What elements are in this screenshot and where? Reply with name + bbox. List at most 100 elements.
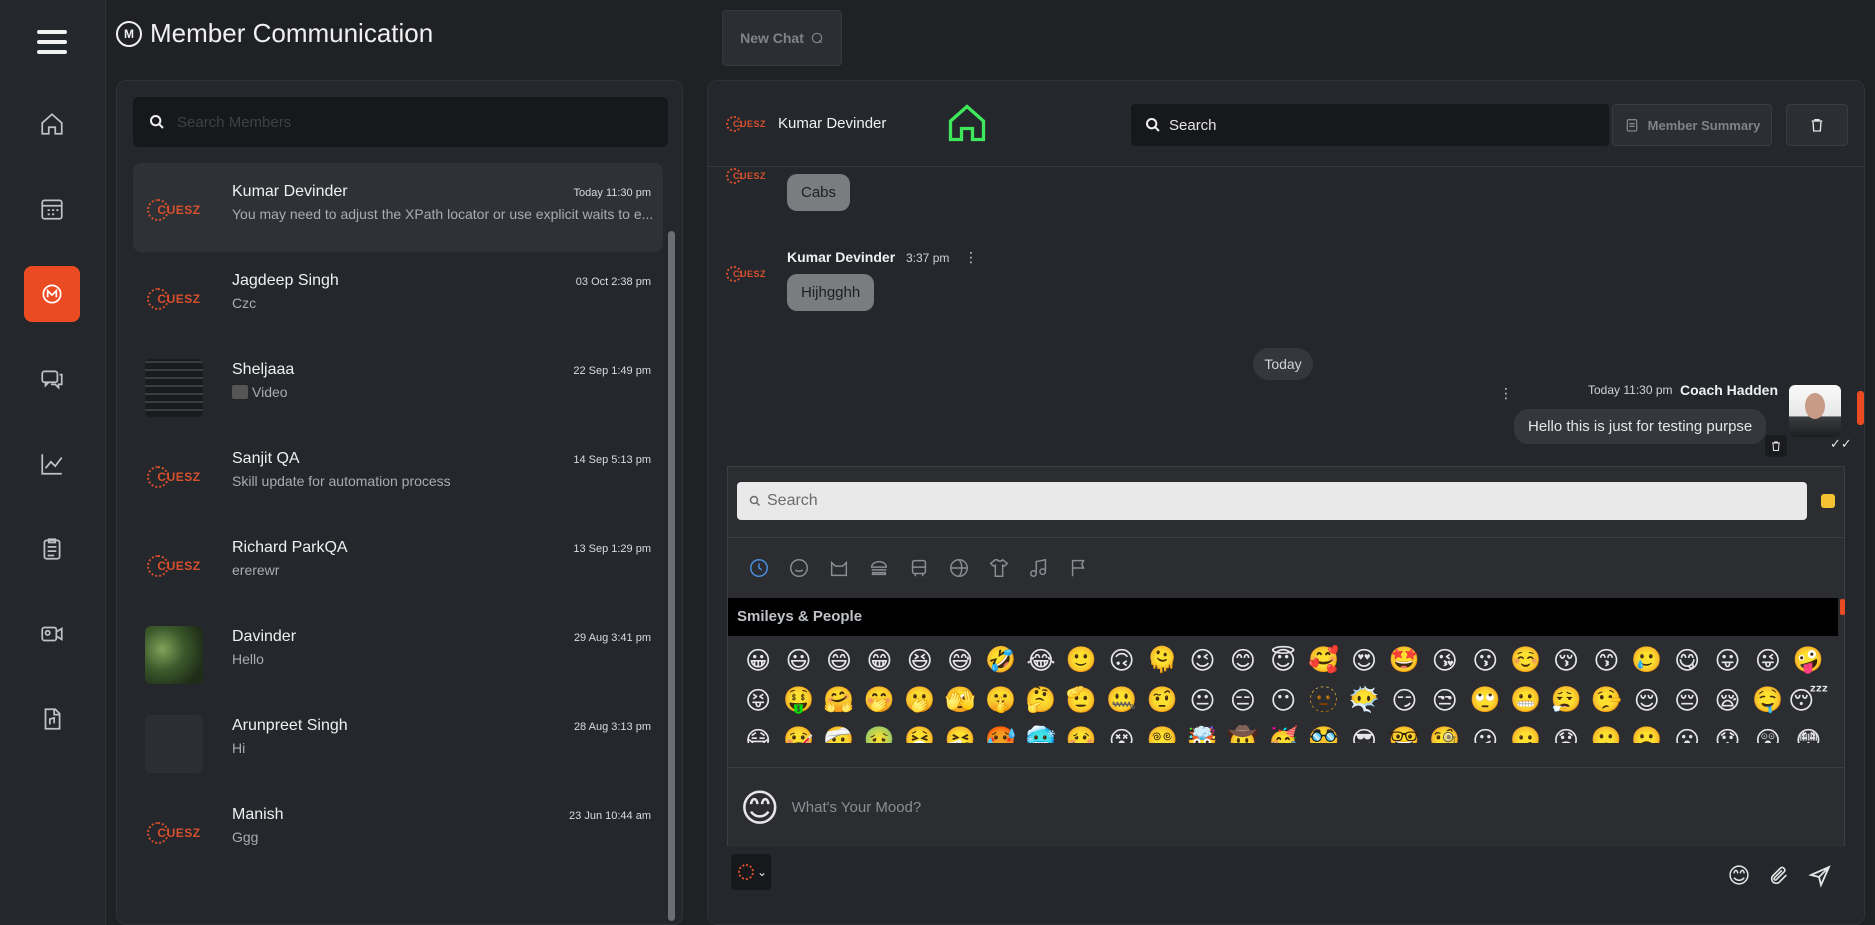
emoji-item[interactable]: 🤑 <box>778 680 818 720</box>
emoji-item[interactable]: 😔 <box>1667 680 1707 720</box>
emoji-item[interactable]: 🥲 <box>1627 640 1667 680</box>
emoji-item[interactable]: 😚 <box>1546 640 1586 680</box>
member-row[interactable]: CUESZ Manish Ggg 23 Jun 10:44 am <box>133 786 663 875</box>
emoji-item[interactable]: 😑 <box>1223 680 1263 720</box>
emoji-item[interactable]: 🤗 <box>819 680 859 720</box>
emoji-item[interactable]: 🙄 <box>1465 680 1505 720</box>
emoji-scrollbar[interactable] <box>1840 599 1845 615</box>
emoji-item[interactable]: 🫢 <box>900 680 940 720</box>
member-search-input[interactable] <box>177 113 637 131</box>
emoji-item[interactable]: 😝 <box>738 680 778 720</box>
emoji-item[interactable]: ☺️ <box>1505 640 1545 680</box>
emoji-item[interactable]: 🤠 <box>1223 720 1263 743</box>
emoji-item[interactable]: 🤫 <box>980 680 1020 720</box>
emoji-item[interactable]: 🤪 <box>1788 640 1828 680</box>
more-options-icon[interactable]: ⋮ <box>1499 385 1513 402</box>
emoji-item[interactable]: 😛 <box>1707 640 1747 680</box>
emoji-item[interactable]: 🤔 <box>1021 680 1061 720</box>
emoji-item[interactable]: 😄 <box>819 640 859 680</box>
emoji-item[interactable]: 🤢 <box>859 720 899 743</box>
home-icon[interactable] <box>24 96 80 152</box>
emoji-item[interactable]: 🤒 <box>778 720 818 743</box>
emoji-item[interactable]: 😍 <box>1344 640 1384 680</box>
emoji-item[interactable]: 🤥 <box>1586 680 1626 720</box>
emoji-item[interactable]: 😕 <box>1465 720 1505 744</box>
emoji-item[interactable]: 😮‍💨 <box>1546 680 1586 720</box>
home-icon[interactable] <box>944 101 990 150</box>
emoji-item[interactable]: 🙂 <box>1061 640 1101 680</box>
emoji-item[interactable]: 😇 <box>1263 640 1303 680</box>
emoji-item[interactable]: 🤯 <box>1182 720 1222 743</box>
chat-scrollbar[interactable] <box>1857 391 1864 425</box>
emoji-item[interactable]: 😒 <box>1425 680 1465 720</box>
emoji-item[interactable]: 😶 <box>1263 680 1303 720</box>
emoji-item[interactable]: 😀 <box>738 640 778 680</box>
food-icon[interactable] <box>866 555 892 581</box>
emoji-item[interactable]: 🤩 <box>1384 640 1424 680</box>
music-note-icon[interactable] <box>1026 555 1052 581</box>
clipboard-icon[interactable] <box>24 521 80 577</box>
objects-shirt-icon[interactable] <box>986 555 1012 581</box>
emoji-item[interactable]: 🤐 <box>1102 680 1142 720</box>
emoji-search-box[interactable]: Search <box>737 482 1807 520</box>
emoji-item[interactable]: 😪 <box>1707 680 1747 720</box>
emoji-item[interactable]: 😐 <box>1182 680 1222 720</box>
chat-search-box[interactable]: Search <box>1131 104 1609 146</box>
emoji-item[interactable]: 😳 <box>1788 720 1828 744</box>
emoji-item[interactable]: 😆 <box>900 640 940 680</box>
hamburger-menu-icon[interactable] <box>37 30 67 56</box>
emoji-item[interactable]: 😲 <box>1748 720 1788 744</box>
emoji-item[interactable]: 🧐 <box>1425 720 1465 743</box>
emoji-item[interactable]: 🥸 <box>1303 720 1343 743</box>
emoji-item[interactable]: 😟 <box>1546 720 1586 744</box>
flag-icon[interactable] <box>1066 555 1092 581</box>
calendar-icon[interactable] <box>24 181 80 237</box>
emoji-item[interactable]: 🤮 <box>900 720 940 743</box>
delete-chat-button[interactable] <box>1786 104 1848 146</box>
emoji-item[interactable]: 😮 <box>1667 720 1707 744</box>
chart-icon[interactable] <box>24 436 80 492</box>
emoji-item[interactable]: 🤭 <box>859 680 899 720</box>
document-icon[interactable] <box>24 691 80 747</box>
new-chat-button[interactable]: New Chat <box>722 10 842 66</box>
attachment-icon[interactable] <box>1765 862 1793 890</box>
emoji-item[interactable]: 🙁 <box>1586 720 1626 743</box>
skin-tone-selector[interactable] <box>1821 494 1835 508</box>
emoji-item[interactable]: 🤨 <box>1142 680 1182 720</box>
video-id-icon[interactable] <box>24 606 80 662</box>
trash-icon[interactable] <box>1765 435 1787 457</box>
emoji-item[interactable]: 🥳 <box>1263 720 1303 743</box>
emoji-item[interactable]: 🤧 <box>940 720 980 743</box>
emoji-item[interactable]: 🙃 <box>1102 640 1142 680</box>
member-row[interactable]: Sheljaaa Video 22 Sep 1:49 pm <box>133 341 663 430</box>
emoji-item[interactable]: 😋 <box>1667 640 1707 680</box>
emoji-item[interactable]: 🥴 <box>1061 720 1101 743</box>
emoji-item[interactable]: ☹️ <box>1627 720 1667 743</box>
emoji-button-icon[interactable]: 😊 <box>1725 862 1753 890</box>
member-summary-button[interactable]: Member Summary <box>1612 104 1772 146</box>
emoji-item[interactable]: 😵‍💫 <box>1142 720 1182 743</box>
emoji-item[interactable]: 🥵 <box>980 720 1020 743</box>
emoji-item[interactable]: 🤕 <box>819 720 859 743</box>
member-row[interactable]: Arunpreet Singh Hi 28 Aug 3:13 pm <box>133 697 663 786</box>
emoji-item[interactable]: 🥰 <box>1303 640 1343 680</box>
emoji-item[interactable]: 🤓 <box>1384 720 1424 743</box>
communication-icon[interactable] <box>24 266 80 322</box>
activity-ball-icon[interactable] <box>946 555 972 581</box>
more-options-icon[interactable]: ⋮ <box>964 249 978 266</box>
emoji-item[interactable]: 😘 <box>1425 640 1465 680</box>
emoji-item[interactable]: 😙 <box>1586 640 1626 680</box>
cat-icon[interactable] <box>826 555 852 581</box>
chat-bubbles-icon[interactable] <box>24 351 80 407</box>
emoji-item[interactable]: 😶‍🌫️ <box>1344 680 1384 720</box>
member-row[interactable]: CUESZ Richard ParkQA ererewr 13 Sep 1:29… <box>133 519 663 608</box>
emoji-item[interactable]: 🫣 <box>940 680 980 720</box>
emoji-item[interactable]: 🥶 <box>1021 720 1061 743</box>
emoji-item[interactable]: 😜 <box>1748 640 1788 680</box>
emoji-item[interactable]: 🤣 <box>980 640 1020 680</box>
send-icon[interactable] <box>1806 862 1834 890</box>
emoji-item[interactable]: 😊 <box>1223 640 1263 680</box>
emoji-item[interactable]: 😏 <box>1384 680 1424 720</box>
member-row[interactable]: CUESZ Jagdeep Singh Czc 03 Oct 2:38 pm <box>133 252 663 341</box>
emoji-item[interactable]: 😎 <box>1344 720 1384 744</box>
